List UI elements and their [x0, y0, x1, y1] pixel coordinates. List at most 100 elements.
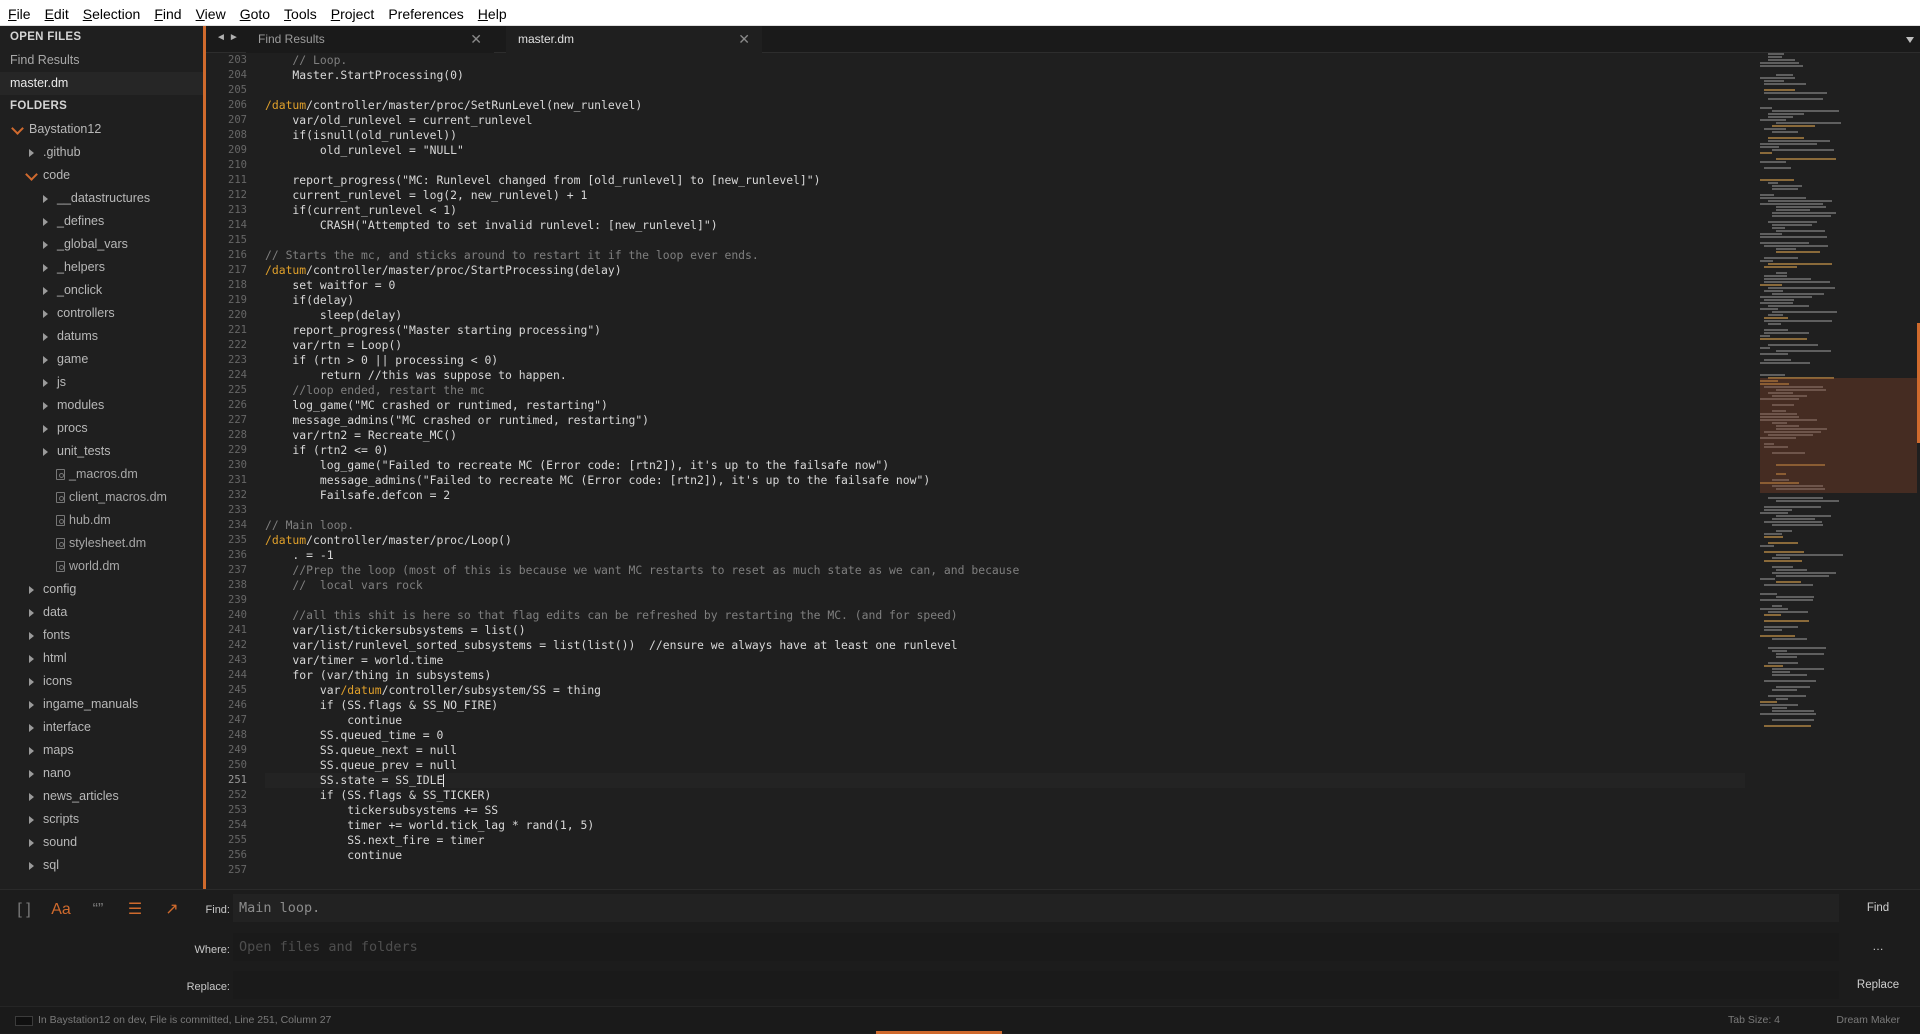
- tree-folder-item[interactable]: _defines: [0, 210, 203, 233]
- tree-folder-item[interactable]: data: [0, 601, 203, 624]
- code-line[interactable]: SS.queue_next = null: [265, 743, 1745, 758]
- show-context-toggle-icon[interactable]: ☰: [123, 898, 147, 922]
- tree-folder-item[interactable]: maps: [0, 739, 203, 762]
- code-line[interactable]: var/rtn = Loop(): [265, 338, 1745, 353]
- menu-item-file[interactable]: File: [3, 0, 36, 26]
- code-line[interactable]: /datum/controller/master/proc/SetRunLeve…: [265, 98, 1745, 113]
- code-editor[interactable]: 203 204 205 206 207 208 209 210 211 212 213 214 215 2…: [206, 53, 1756, 889]
- menu-item-selection[interactable]: Selection: [78, 0, 146, 26]
- chevron-right-icon[interactable]: [40, 279, 52, 302]
- code-line[interactable]: // Main loop.: [265, 518, 1745, 533]
- tree-folder-item[interactable]: sound: [0, 831, 203, 854]
- code-line[interactable]: if(delay): [265, 293, 1745, 308]
- panel-toggle-icon[interactable]: [15, 1016, 33, 1026]
- chevron-right-icon[interactable]: [26, 693, 38, 716]
- tree-folder-item[interactable]: config: [0, 578, 203, 601]
- tree-folder-item[interactable]: _onclick: [0, 279, 203, 302]
- regex-toggle-icon[interactable]: [ ]: [12, 898, 36, 922]
- tree-file-item[interactable]: stylesheet.dm: [0, 532, 203, 555]
- chevron-down-icon[interactable]: [26, 164, 38, 187]
- chevron-right-icon[interactable]: [26, 647, 38, 670]
- chevron-right-icon[interactable]: [26, 831, 38, 854]
- chevron-right-icon[interactable]: [40, 187, 52, 210]
- chevron-right-icon[interactable]: [40, 302, 52, 325]
- code-line[interactable]: SS.queued_time = 0: [265, 728, 1745, 743]
- code-line[interactable]: [265, 158, 1745, 173]
- chevron-right-icon[interactable]: [26, 739, 38, 762]
- tab-find-results[interactable]: Find Results ✕: [246, 26, 494, 53]
- tree-file-item[interactable]: world.dm: [0, 555, 203, 578]
- code-line[interactable]: [265, 233, 1745, 248]
- tree-folder-item[interactable]: news_articles: [0, 785, 203, 808]
- menu-item-help[interactable]: Help: [473, 0, 512, 26]
- tree-file-item[interactable]: client_macros.dm: [0, 486, 203, 509]
- code-line[interactable]: report_progress("Master starting process…: [265, 323, 1745, 338]
- tree-folder-item[interactable]: ingame_manuals: [0, 693, 203, 716]
- code-line[interactable]: var/list/runlevel_sorted_subsystems = li…: [265, 638, 1745, 653]
- code-line[interactable]: continue: [265, 848, 1745, 863]
- chevron-right-icon[interactable]: [26, 808, 38, 831]
- tree-folder-item[interactable]: html: [0, 647, 203, 670]
- code-line[interactable]: [265, 593, 1745, 608]
- chevron-right-icon[interactable]: [40, 325, 52, 348]
- code-line[interactable]: if(isnull(old_runlevel)): [265, 128, 1745, 143]
- menu-item-edit[interactable]: Edit: [40, 0, 74, 26]
- tab-size-indicator[interactable]: Tab Size: 4: [1728, 1014, 1780, 1026]
- open-file-item[interactable]: Find Results: [0, 49, 203, 72]
- code-line[interactable]: SS.queue_prev = null: [265, 758, 1745, 773]
- code-line[interactable]: if (rtn > 0 || processing < 0): [265, 353, 1745, 368]
- find-input[interactable]: Main loop.: [233, 894, 1839, 922]
- chevron-right-icon[interactable]: [26, 141, 38, 164]
- code-line[interactable]: //all this shit is here so that flag edi…: [265, 608, 1745, 623]
- replace-input[interactable]: [233, 971, 1839, 999]
- code-line[interactable]: old_runlevel = "NULL": [265, 143, 1745, 158]
- tree-folder-item[interactable]: nano: [0, 762, 203, 785]
- menu-item-project[interactable]: Project: [326, 0, 380, 26]
- where-input[interactable]: Open files and folders: [233, 933, 1839, 961]
- tree-folder-item[interactable]: _helpers: [0, 256, 203, 279]
- code-line[interactable]: [265, 503, 1745, 518]
- code-line[interactable]: var/old_runlevel = current_runlevel: [265, 113, 1745, 128]
- tree-folder-item[interactable]: icons: [0, 670, 203, 693]
- chevron-right-icon[interactable]: [26, 716, 38, 739]
- chevron-right-icon[interactable]: [40, 371, 52, 394]
- code-line[interactable]: . = -1: [265, 548, 1745, 563]
- code-line[interactable]: Master.StartProcessing(0): [265, 68, 1745, 83]
- menu-item-preferences[interactable]: Preferences: [383, 0, 468, 26]
- code-line[interactable]: sleep(delay): [265, 308, 1745, 323]
- chevron-down-icon[interactable]: [12, 118, 24, 141]
- code-line[interactable]: /datum/controller/master/proc/Loop(): [265, 533, 1745, 548]
- code-line[interactable]: if (rtn2 <= 0): [265, 443, 1745, 458]
- tab-dropdown-icon[interactable]: [1906, 37, 1914, 43]
- chevron-right-icon[interactable]: [40, 233, 52, 256]
- find-button[interactable]: Find: [1842, 894, 1914, 922]
- menu-item-view[interactable]: View: [191, 0, 231, 26]
- code-line[interactable]: if (SS.flags & SS_TICKER): [265, 788, 1745, 803]
- case-toggle-icon[interactable]: Aa: [49, 898, 73, 922]
- chevron-right-icon[interactable]: [26, 854, 38, 877]
- minimap-viewport[interactable]: [1760, 378, 1917, 493]
- code-line[interactable]: CRASH("Attempted to set invalid runlevel…: [265, 218, 1745, 233]
- tree-file-item[interactable]: _macros.dm: [0, 463, 203, 486]
- tree-folder-item[interactable]: interface: [0, 716, 203, 739]
- code-line[interactable]: //loop ended, restart the mc: [265, 383, 1745, 398]
- tree-folder-item[interactable]: Baystation12: [0, 118, 203, 141]
- chevron-right-icon[interactable]: [26, 624, 38, 647]
- tree-folder-item[interactable]: modules: [0, 394, 203, 417]
- chevron-right-icon[interactable]: [40, 348, 52, 371]
- whole-word-toggle-icon[interactable]: “”: [86, 898, 110, 922]
- tree-folder-item[interactable]: sql: [0, 854, 203, 877]
- code-line[interactable]: tickersubsystems += SS: [265, 803, 1745, 818]
- code-line[interactable]: // local vars rock: [265, 578, 1745, 593]
- chevron-right-icon[interactable]: [26, 670, 38, 693]
- tree-folder-item[interactable]: procs: [0, 417, 203, 440]
- tree-folder-item[interactable]: js: [0, 371, 203, 394]
- tree-folder-item[interactable]: unit_tests: [0, 440, 203, 463]
- code-line[interactable]: set waitfor = 0: [265, 278, 1745, 293]
- code-line[interactable]: SS.state = SS_IDLE: [265, 773, 1745, 788]
- chevron-right-icon[interactable]: [40, 394, 52, 417]
- code-line[interactable]: var/timer = world.time: [265, 653, 1745, 668]
- replace-button[interactable]: Replace: [1842, 971, 1914, 999]
- tree-folder-item[interactable]: fonts: [0, 624, 203, 647]
- tab-nav-arrows-icon[interactable]: ◄►: [216, 32, 242, 43]
